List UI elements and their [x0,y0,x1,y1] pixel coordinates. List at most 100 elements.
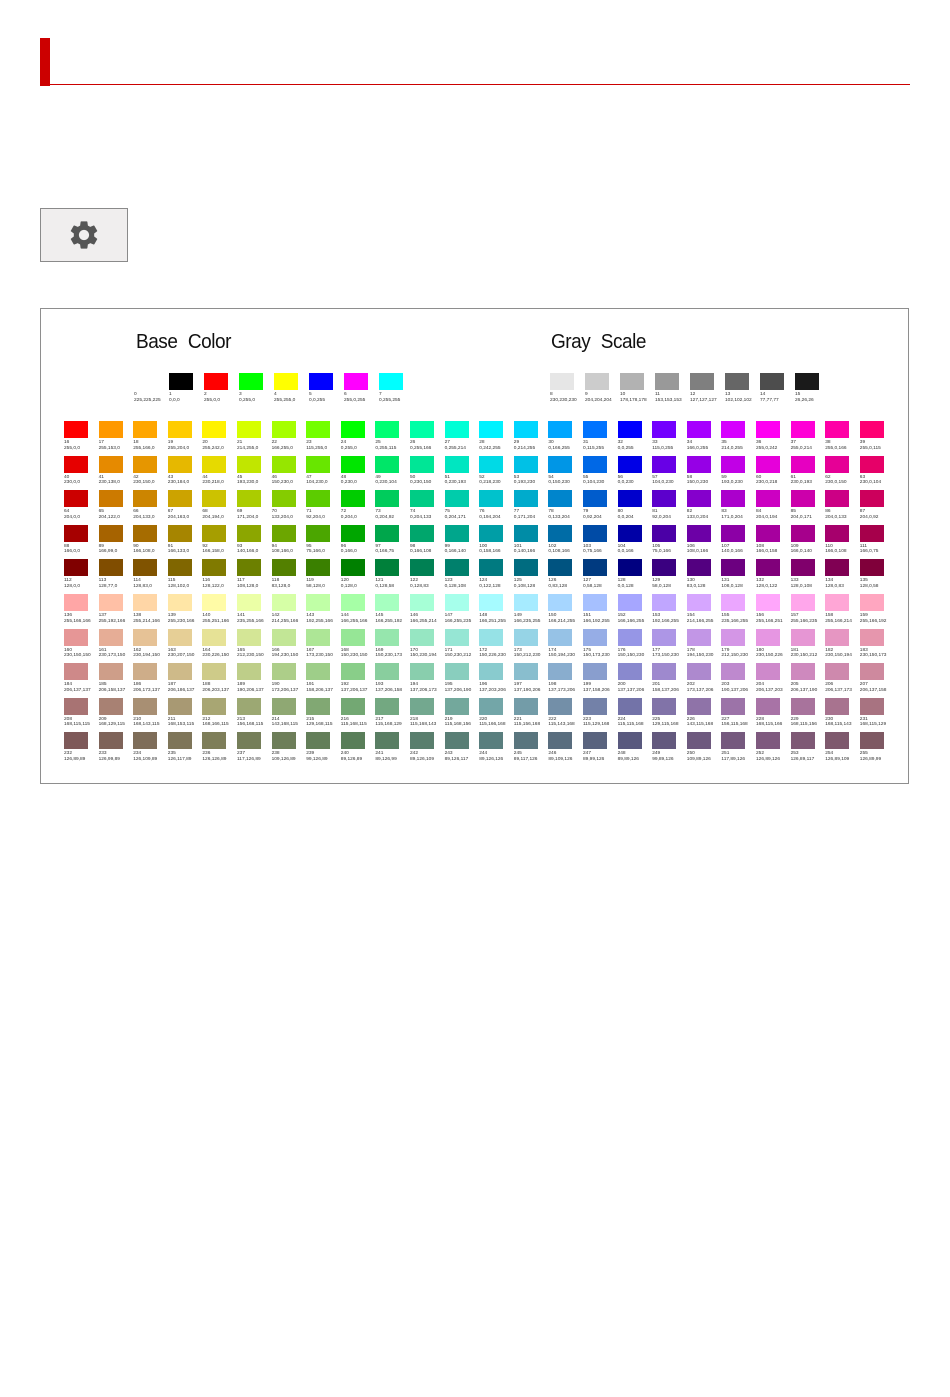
base-color-swatch: 0 225,225,225 [134,373,161,403]
palette-swatch: 150 166,214,255 [548,594,575,624]
palette-swatch: 203 190,137,206 [721,663,748,693]
palette-swatch: 23 115,255,0 [306,421,331,451]
color-swatch [513,490,538,508]
palette-swatch: 189 190,206,137 [237,663,264,693]
color-swatch [790,455,815,473]
swatch-rgb: 214,255,166 [271,618,299,624]
swatch-rgb: 173,137,206 [686,687,714,693]
palette-swatch: 133 128,0,108 [790,559,815,589]
palette-swatch: 212 168,166,115 [202,697,229,728]
palette-swatch: 90 166,108,0 [133,524,158,555]
palette-swatch: 116 128,122,0 [202,559,227,589]
swatch-label: 147 166,255,235 [445,613,472,624]
palette-swatch: 68 204,194,0 [202,490,227,520]
color-swatch [98,697,123,715]
swatch-label: 34 166,0,255 [687,440,711,451]
palette-swatch: 73 0,204,92 [375,490,400,520]
color-swatch [444,421,469,438]
color-swatch [237,524,261,542]
palette-swatch: 71 92,204,0 [306,490,331,520]
color-swatch [859,663,884,681]
color-swatch [548,524,573,542]
swatch-label: 67 204,163,0 [168,509,192,520]
swatch-rgb: 214,166,255 [686,618,714,624]
swatch-rgb: 230,150,150 [64,653,91,659]
color-swatch [583,697,607,715]
palette-swatch: 147 166,255,235 [444,594,472,624]
swatch-rgb: 168,166,115 [202,722,229,728]
swatch-rgb: 230,218,0 [202,480,224,486]
swatch-rgb: 0,204,92 [375,514,395,520]
palette-swatch: 166 194,230,150 [271,628,299,659]
color-swatch [859,628,884,646]
swatch-label: 33 115,0,255 [652,440,676,451]
color-swatch [444,663,469,681]
palette-swatch: 231 168,115,129 [859,697,886,728]
color-swatch [652,421,677,438]
palette-swatch: 72 0,204,0 [340,490,365,520]
swatch-rgb: 108,0,128 [721,583,743,589]
palette-swatch: 31 0,115,255 [583,421,607,451]
color-swatch [340,421,365,438]
palette-swatch: 186 206,173,137 [133,663,160,693]
swatch-rgb: 214,255,0 [237,445,259,451]
swatch-label: 155 235,166,255 [721,613,748,624]
color-swatch [859,732,884,750]
swatch-label: 166 194,230,150 [272,648,299,659]
swatch-rgb: 173,206,137 [271,687,299,693]
color-swatch [756,594,780,611]
palette-swatch: 140 255,251,166 [202,594,229,624]
palette-swatch: 118 83,128,0 [271,559,296,589]
palette-swatch: 164 230,226,150 [202,628,229,659]
swatch-rgb: 115,168,156 [444,722,471,728]
color-swatch [548,663,573,681]
swatch-rgb: 129,168,115 [306,722,333,728]
swatch-label: 194 137,206,173 [410,682,437,693]
palette-swatch: 132 128,0,122 [756,559,780,589]
swatch-rgb: 212,230,150 [237,653,264,659]
swatch-label: 144 166,255,166 [341,613,368,624]
color-swatch [98,732,123,750]
color-swatch [548,594,573,611]
swatch-label: 82 133,0,204 [687,509,711,520]
color-swatch [375,732,400,750]
swatch-rgb: 235,255,166 [237,618,264,624]
swatch-rgb: 150,150,230 [617,653,645,659]
swatch-rgb: 108,128,0 [237,583,259,589]
palette-swatch: 190 173,206,137 [271,663,299,693]
swatch-label: 83 171,0,204 [721,509,745,520]
palette-swatch: 126 0,83,128 [548,559,573,589]
swatch-label: 70 133,204,0 [272,509,296,520]
swatch-label: 50 0,230,150 [410,475,434,486]
swatch-rgb: 166,0,140 [790,549,812,555]
color-swatch [133,732,158,750]
palette-swatch: 124 0,122,128 [479,559,504,589]
palette-swatch: 172 150,226,230 [479,628,506,659]
palette-swatch: 102 0,108,166 [548,524,573,555]
color-swatch [98,594,123,611]
color-swatch [271,663,296,681]
color-swatch [686,421,711,438]
palette-swatch: 236 126,126,89 [202,732,226,762]
palette-swatch: 244 89,126,126 [479,732,503,762]
palette-swatch: 60 230,0,218 [756,455,780,486]
swatch-label: 105 75,0,166 [652,544,676,555]
color-swatch [513,732,538,750]
swatch-label: 162 230,194,150 [133,648,160,659]
swatch-label: 121 0,128,58 [375,578,399,589]
swatch-label: 110 166,0,108 [825,544,849,555]
palette-swatch: 125 0,108,128 [513,559,538,589]
palette-swatch: 128 0,0,128 [617,559,642,589]
settings-button[interactable] [40,208,128,262]
swatch-rgb: 0,122,128 [479,583,501,589]
swatch-label: 109 166,0,140 [791,544,815,555]
swatch-rgb: 168,129,115 [98,722,125,728]
palette-swatch: 234 126,109,89 [133,732,157,762]
palette-swatch: 47 104,230,0 [306,455,331,486]
color-swatch [760,373,784,390]
swatch-rgb: 230,150,0 [133,480,155,486]
swatch-rgb: 156,168,115 [237,722,264,728]
palette-swatch: 254 126,89,109 [825,732,849,762]
palette-swatch: 168 150,230,150 [340,628,367,659]
color-swatch [479,524,504,542]
